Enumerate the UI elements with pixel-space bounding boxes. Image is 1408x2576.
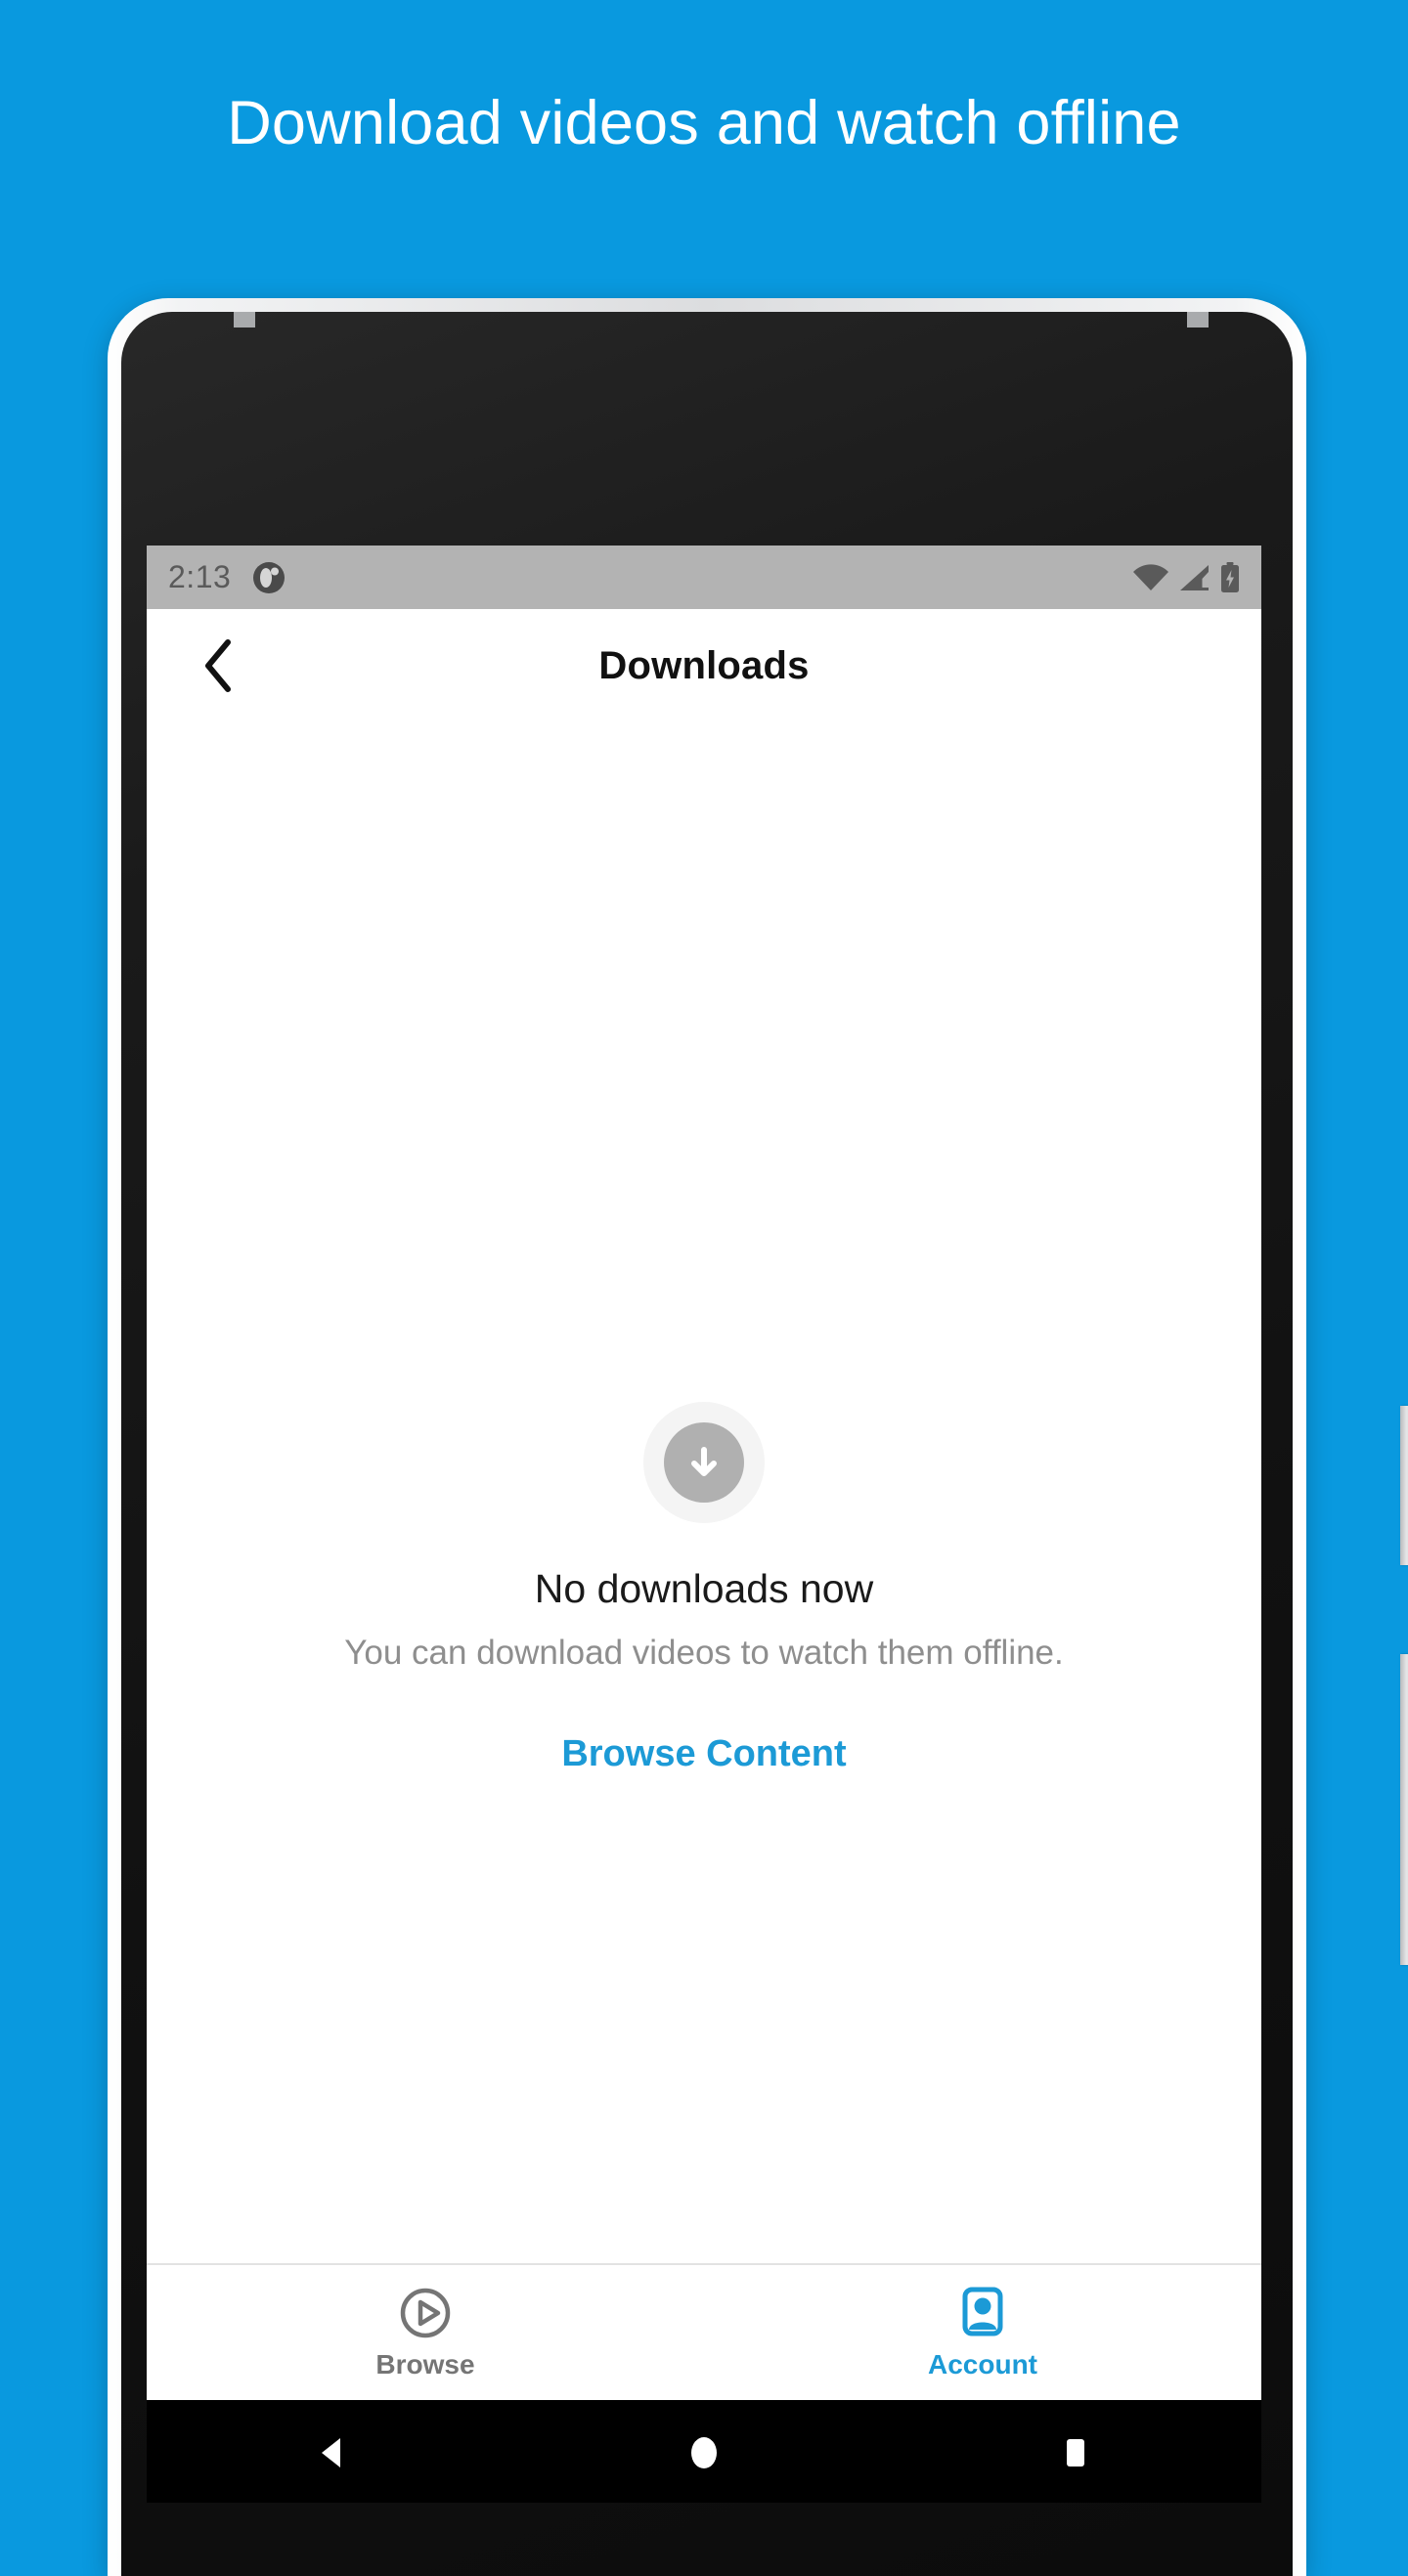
battery-charging-icon [1221, 561, 1239, 592]
empty-state-title: No downloads now [534, 1566, 874, 1611]
download-icon-halo [643, 1402, 765, 1523]
cellular-signal-icon [1180, 564, 1209, 590]
android-recents-button[interactable] [1054, 2431, 1097, 2474]
power-button[interactable] [1400, 1406, 1408, 1565]
status-bar: 2:13 [147, 546, 1261, 609]
tab-browse[interactable]: Browse [147, 2265, 704, 2400]
empty-state: No downloads now You can download videos… [147, 1402, 1261, 1775]
android-back-button[interactable] [311, 2431, 354, 2474]
app-bar: Downloads [147, 609, 1261, 722]
android-home-button[interactable] [682, 2431, 726, 2474]
chevron-left-icon [205, 639, 231, 692]
promo-headline: Download videos and watch offline [227, 89, 1181, 157]
status-bar-icons [1132, 561, 1240, 593]
antenna-notch-right-icon [1187, 312, 1209, 327]
app-notification-icon [253, 561, 286, 593]
triangle-left-icon [322, 2437, 340, 2467]
square-icon [1067, 2438, 1084, 2467]
volume-rocker-button[interactable] [1400, 1654, 1408, 1965]
play-circle-icon [400, 2288, 451, 2337]
downloads-content-area: No downloads now You can download videos… [147, 722, 1261, 2263]
status-bar-time: 2:13 [168, 559, 232, 594]
bottom-tab-bar: Browse Account [147, 2263, 1261, 2400]
tab-account[interactable]: Account [704, 2265, 1261, 2400]
antenna-notch-left-icon [234, 312, 255, 327]
empty-state-subtitle: You can download videos to watch them of… [344, 1634, 1064, 1672]
back-button[interactable] [190, 637, 246, 694]
circle-icon [691, 2436, 717, 2468]
wifi-icon [1133, 563, 1168, 590]
tab-account-label: Account [928, 2348, 1037, 2380]
download-arrow-icon [664, 1422, 744, 1503]
arrow-down-glyph-icon [691, 1447, 717, 1476]
account-box-icon [962, 2287, 1003, 2336]
browse-content-button[interactable]: Browse Content [561, 1733, 846, 1775]
page-title: Downloads [598, 643, 810, 687]
android-nav-bar [147, 2400, 1261, 2503]
tab-browse-label: Browse [375, 2348, 475, 2380]
phone-screen: 2:13 Downloads No downloads now You can … [147, 546, 1261, 2503]
